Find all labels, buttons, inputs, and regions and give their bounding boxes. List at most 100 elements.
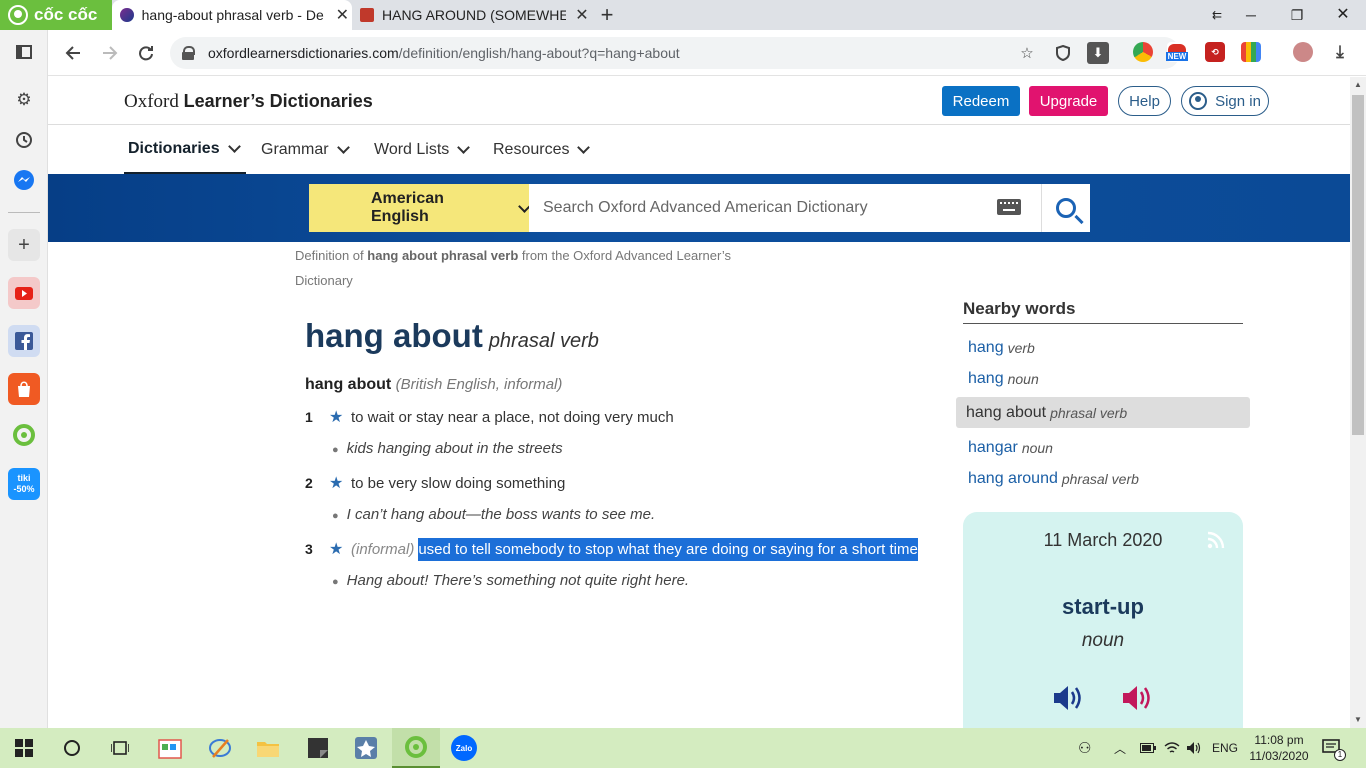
calculator-app-icon[interactable] — [342, 728, 390, 768]
scrollbar-thumb[interactable] — [1352, 95, 1364, 435]
scroll-down-arrow-icon[interactable]: ▼ — [1350, 712, 1366, 728]
zalo-icon[interactable]: Zalo — [440, 728, 488, 768]
start-button[interactable] — [0, 728, 48, 768]
nav-label: Dictionaries — [128, 139, 220, 157]
close-window-button[interactable]: ✕ — [1320, 0, 1366, 30]
tab-title: hang-about phrasal verb - De — [141, 7, 324, 23]
task-view-icon[interactable] — [96, 728, 144, 768]
tab-hang-about[interactable]: hang-about phrasal verb - De ✕ — [112, 0, 352, 30]
definition-term: hang about phrasal verb — [367, 248, 519, 263]
coccoc-taskbar-icon[interactable] — [392, 728, 440, 768]
audio-uk-speaker-icon[interactable] — [1052, 682, 1086, 714]
upgrade-button[interactable]: Upgrade — [1029, 86, 1108, 116]
wotd-word[interactable]: start-up — [963, 594, 1243, 620]
download-video-icon[interactable]: ⬇ — [1087, 42, 1109, 64]
input-language[interactable]: ENG — [1212, 728, 1238, 768]
rss-icon[interactable] — [1207, 531, 1225, 549]
coccoc-brand[interactable]: cốc cốc — [0, 0, 112, 30]
notification-count-badge: 1 — [1334, 749, 1346, 761]
nearby-item-hang-around[interactable]: hang around phrasal verb — [956, 463, 1250, 494]
wifi-icon[interactable] — [1164, 728, 1180, 768]
new-badge-extension-icon[interactable]: NEW — [1165, 42, 1189, 62]
forward-button[interactable] — [95, 38, 125, 68]
oxford-favicon-icon — [120, 8, 134, 22]
youtube-icon[interactable] — [8, 277, 40, 309]
audio-us-speaker-icon[interactable] — [1121, 682, 1155, 714]
file-explorer-icon[interactable] — [244, 728, 292, 768]
tab-bar: cốc cốc hang-about phrasal verb - De ✕ H… — [0, 0, 1366, 30]
nearby-item-hangar[interactable]: hangar noun — [956, 432, 1250, 463]
example-1: ● kids hanging about in the streets — [332, 440, 563, 457]
panel-icon[interactable] — [8, 36, 40, 68]
nav-word-lists[interactable]: Word Lists — [370, 125, 472, 175]
downloads-icon[interactable]: ⤓ — [1330, 42, 1350, 62]
nearby-word: hang — [968, 338, 1004, 356]
restore-button[interactable]: ❐ — [1274, 0, 1320, 30]
history-icon[interactable] — [8, 124, 40, 156]
address-bar[interactable]: oxfordlearnersdictionaries.com/definitio… — [170, 37, 1180, 69]
bullet-icon: ● — [332, 510, 339, 522]
nav-resources[interactable]: Resources — [489, 125, 592, 175]
tiki-icon[interactable]: tiki -50% — [8, 468, 40, 500]
phrase-line: hang about (British English, informal) — [305, 376, 562, 394]
dictionary-select[interactable]: American English — [309, 184, 531, 232]
definition-source: Definition of hang about phrasal verb fr… — [295, 243, 765, 293]
nearby-item-hang-verb[interactable]: hang verb — [956, 332, 1250, 363]
notification-center-icon[interactable]: 1 — [1322, 728, 1346, 768]
bullet-icon: ● — [332, 444, 339, 456]
paint-icon[interactable] — [196, 728, 244, 768]
search-button[interactable] — [1041, 184, 1090, 232]
page-scrollbar[interactable]: ▲ ▼ — [1350, 77, 1366, 728]
people-icon[interactable]: ⚇ — [1078, 728, 1091, 768]
bookmark-star-icon[interactable]: ☆ — [1016, 42, 1038, 64]
coccoc-icon[interactable] — [8, 419, 40, 451]
tab-hang-around[interactable]: HANG AROUND (SOMEWHER ✕ — [352, 0, 592, 30]
search-cortana-icon[interactable] — [48, 728, 96, 768]
sense-definition-selected[interactable]: used to tell somebody to stop what they … — [418, 538, 918, 561]
battery-icon[interactable] — [1140, 728, 1156, 768]
nearby-pos: phrasal verb — [1050, 404, 1128, 421]
close-tab-icon[interactable]: ✕ — [572, 5, 592, 25]
snipping-tool-icon[interactable] — [146, 728, 194, 768]
profile-avatar[interactable] — [1293, 42, 1313, 62]
wotd-date: 11 March 2020 — [1043, 530, 1163, 550]
nearby-word: hang — [968, 369, 1004, 387]
sidebar-divider — [8, 212, 40, 213]
chrome-extension-icon[interactable] — [1133, 42, 1153, 62]
shopee-icon[interactable] — [8, 373, 40, 405]
back-button[interactable] — [58, 38, 88, 68]
volume-icon[interactable] — [1186, 728, 1202, 768]
red-extension-icon[interactable]: ⟲ — [1205, 42, 1225, 62]
clock-date: 11/03/2020 — [1249, 749, 1309, 763]
url-host: oxfordlearnersdictionaries.com — [208, 45, 399, 61]
close-tab-icon[interactable]: ✕ — [333, 5, 352, 25]
sense-number: 2 — [305, 475, 313, 491]
nearby-item-hang-noun[interactable]: hang noun — [956, 363, 1250, 394]
sticky-notes-icon[interactable] — [294, 728, 342, 768]
nearby-item-hang-about[interactable]: hang about phrasal verb — [956, 397, 1250, 428]
show-hidden-icons-chevron-up-icon[interactable]: ︿ — [1114, 728, 1126, 768]
shield-icon[interactable] — [1052, 42, 1074, 64]
redeem-button[interactable]: Redeem — [942, 86, 1020, 116]
headword-pos: phrasal verb — [488, 330, 599, 352]
system-clock[interactable]: 11:08 pm 11/03/2020 — [1248, 732, 1310, 764]
reload-button[interactable] — [131, 38, 161, 68]
help-button[interactable]: Help — [1118, 86, 1171, 116]
url-path: /definition/english/hang-about?q=hang+ab… — [398, 45, 680, 61]
facebook-icon[interactable] — [8, 325, 40, 357]
headword: hang about phrasal verb — [305, 317, 599, 355]
add-icon[interactable]: + — [8, 229, 40, 261]
settings-gear-icon[interactable]: ⚙ — [8, 84, 40, 116]
nav-grammar[interactable]: Grammar — [257, 125, 352, 175]
sense-number: 3 — [305, 541, 313, 557]
site-logo[interactable]: Oxford Learner’s Dictionaries — [124, 91, 373, 113]
keyboard-icon[interactable] — [997, 199, 1021, 215]
messenger-icon[interactable] — [8, 164, 40, 196]
scroll-up-arrow-icon[interactable]: ▲ — [1350, 77, 1366, 93]
sign-in-button[interactable]: Sign in — [1181, 86, 1269, 116]
new-tab-button[interactable]: + — [596, 2, 618, 28]
color-extension-icon[interactable] — [1241, 42, 1261, 62]
minimize-button[interactable]: ─ — [1228, 0, 1274, 30]
search-input[interactable] — [529, 184, 1041, 232]
nav-dictionaries[interactable]: Dictionaries — [124, 125, 246, 175]
